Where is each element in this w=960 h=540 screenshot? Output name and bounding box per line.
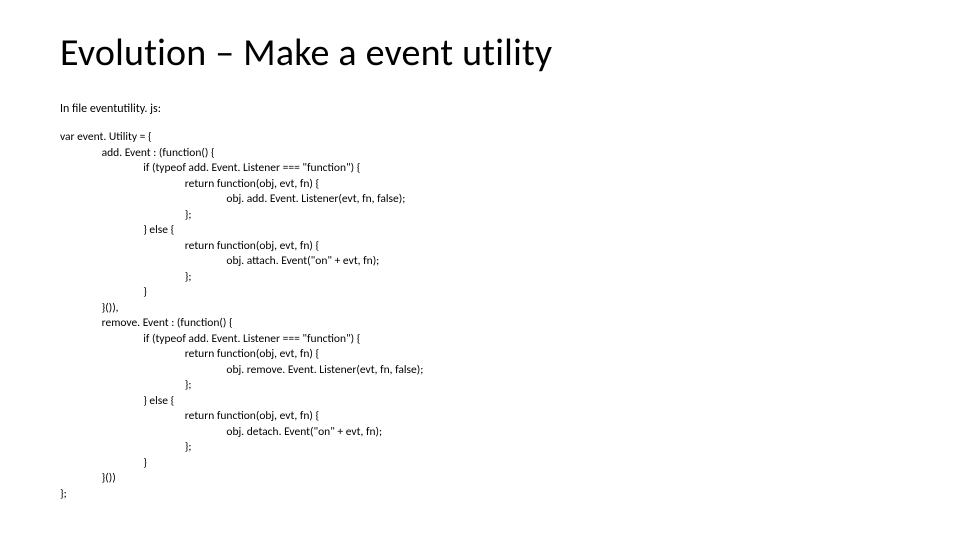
- code-line: } else {: [60, 223, 174, 237]
- code-line: remove. Event : (function() {: [60, 316, 233, 330]
- code-line: if (typeof add. Event. Listener === "fun…: [60, 161, 360, 175]
- code-line: var event. Utility = {: [60, 130, 152, 144]
- code-line: obj. detach. Event("on" + evt, fn);: [60, 425, 382, 439]
- code-line: } else {: [60, 394, 174, 408]
- code-line: };: [60, 270, 192, 284]
- code-line: };: [60, 440, 192, 454]
- code-line: };: [60, 378, 192, 392]
- code-line: add. Event : (function() {: [60, 146, 215, 160]
- code-line: return function(obj, evt, fn) {: [60, 347, 319, 361]
- code-line: obj. attach. Event("on" + evt, fn);: [60, 254, 379, 268]
- code-line: return function(obj, evt, fn) {: [60, 177, 319, 191]
- slide-title: Evolution – Make a event utility: [60, 30, 900, 76]
- code-line: return function(obj, evt, fn) {: [60, 239, 319, 253]
- code-line: }: [60, 456, 147, 470]
- code-line: };: [60, 487, 67, 501]
- code-block: var event. Utility = { add. Event : (fun…: [60, 130, 900, 502]
- slide: Evolution – Make a event utility In file…: [0, 0, 960, 540]
- code-line: }: [60, 285, 147, 299]
- code-line: };: [60, 208, 192, 222]
- code-line: }()),: [60, 301, 119, 315]
- code-line: obj. remove. Event. Listener(evt, fn, fa…: [60, 363, 423, 377]
- code-line: }()): [60, 471, 116, 485]
- intro-text: In file eventutility. js:: [60, 102, 900, 116]
- code-line: obj. add. Event. Listener(evt, fn, false…: [60, 192, 405, 206]
- code-line: if (typeof add. Event. Listener === "fun…: [60, 332, 360, 346]
- code-line: return function(obj, evt, fn) {: [60, 409, 319, 423]
